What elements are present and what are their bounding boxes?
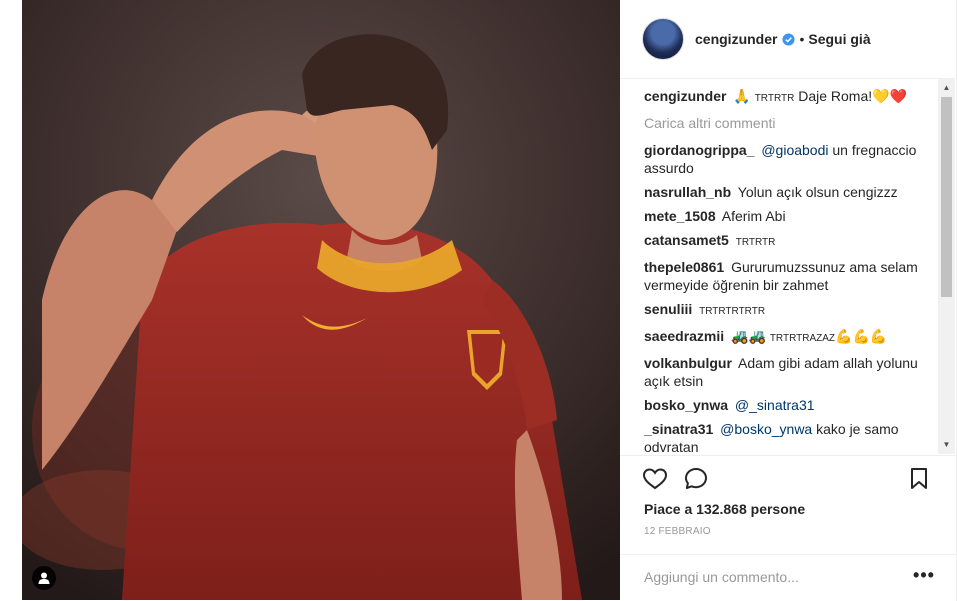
comment-username[interactable]: senuliii	[644, 301, 692, 317]
comment-text: Aferim Abi	[721, 208, 786, 224]
post-date[interactable]: 12 FEBBRAIO	[644, 526, 711, 537]
comment-mention[interactable]: @gioabodi	[761, 142, 828, 158]
header-separator: •	[799, 31, 805, 47]
comment-text: Yolun açık olsun cengizzz	[737, 184, 898, 200]
more-options-button[interactable]: •••	[912, 565, 936, 589]
load-more-comments[interactable]: Carica altri commenti	[644, 114, 936, 132]
comment: senuliii TRTRTRTRTR	[644, 300, 936, 321]
post-side-panel: cengizunder • Segui già cengizunder 🙏 TR…	[620, 0, 957, 601]
comment-username[interactable]: volkanbulgur	[644, 355, 732, 371]
add-comment-bar: •••	[620, 554, 957, 600]
bookmark-icon	[911, 468, 927, 489]
comment-username[interactable]: saeedrazmii	[644, 328, 724, 344]
player-photo	[22, 0, 620, 600]
comment: mete_1508 Aferim Abi	[644, 207, 936, 225]
comment-flags: TRTRTRTRTR	[699, 306, 766, 317]
follow-button[interactable]: Segui già	[808, 31, 870, 47]
comment-username[interactable]: bosko_ynwa	[644, 397, 728, 413]
comment-username[interactable]: mete_1508	[644, 208, 716, 224]
comment-emoji-2: 💪💪💪	[835, 328, 888, 344]
caption-hearts: 💛❤️	[872, 88, 908, 104]
comment-mention[interactable]: @_sinatra31	[735, 397, 815, 413]
comment: bosko_ynwa @_sinatra31	[644, 396, 936, 414]
comment-flags: TRTRTR	[735, 237, 776, 248]
comment: giordanogrippa_ @gioabodi un fregnaccio …	[644, 141, 936, 177]
comment-username[interactable]: catansamet5	[644, 232, 729, 248]
caption-flags: TRTRTR	[754, 93, 795, 104]
scrollbar-thumb[interactable]	[941, 97, 952, 297]
comment: volkanbulgur Adam gibi adam allah yolunu…	[644, 354, 936, 390]
comment-username[interactable]: _sinatra31	[644, 421, 713, 437]
user-tag-icon	[38, 572, 50, 584]
comment-button[interactable]	[683, 466, 709, 492]
likes-count[interactable]: Piace a 132.868 persone	[644, 501, 805, 517]
caption-emoji: 🙏	[733, 88, 751, 104]
comment-flags: TRTRTRAZAZ	[769, 333, 836, 344]
scroll-down-arrow[interactable]: ▼	[941, 440, 952, 450]
comment: nasrullah_nb Yolun açık olsun cengizzz	[644, 183, 936, 201]
comment: thepele0861 Gururumuzssunuz ama selam ve…	[644, 258, 936, 294]
verified-badge-icon	[782, 32, 796, 46]
comment: _sinatra31 @bosko_ynwa kako je samo odvr…	[644, 420, 936, 452]
comment-emoji: 🚜🚜	[731, 328, 766, 344]
comment-username[interactable]: giordanogrippa_	[644, 142, 754, 158]
heart-icon	[642, 468, 668, 490]
post-actions: Piace a 132.868 persone 12 FEBBRAIO •••	[620, 455, 957, 599]
comment-bubble-icon	[685, 468, 707, 489]
post-header: cengizunder • Segui già	[620, 0, 957, 79]
comment-username[interactable]: nasrullah_nb	[644, 184, 731, 200]
avatar[interactable]	[642, 18, 684, 60]
caption-username[interactable]: cengizunder	[644, 88, 726, 104]
caption-text: Daje Roma!	[798, 88, 873, 104]
comment-input[interactable]	[644, 567, 894, 587]
comment: catansamet5 TRTRTR	[644, 231, 936, 252]
like-button[interactable]	[642, 466, 668, 492]
comment: saeedrazmii 🚜🚜 TRTRTRAZAZ💪💪💪	[644, 327, 936, 348]
scroll-up-arrow[interactable]: ▲	[941, 83, 952, 93]
comments-list: cengizunder 🙏 TRTRTR Daje Roma!💛❤️ Caric…	[644, 87, 936, 452]
user-tag-button[interactable]	[32, 566, 56, 590]
comment-username[interactable]: thepele0861	[644, 259, 724, 275]
header-username[interactable]: cengizunder	[695, 31, 777, 47]
caption: cengizunder 🙏 TRTRTR Daje Roma!💛❤️	[644, 87, 936, 108]
comment-mention[interactable]: @bosko_ynwa	[720, 421, 812, 437]
save-button[interactable]	[906, 466, 932, 492]
post-photo[interactable]	[22, 0, 620, 600]
